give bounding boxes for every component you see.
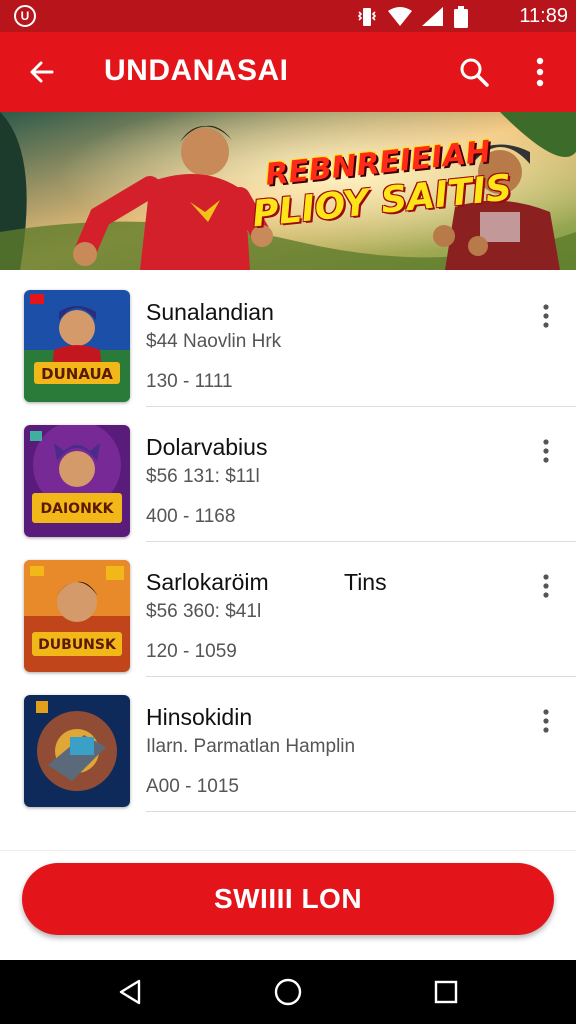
item-title: Hinsokidin [146,704,253,730]
promo-banner[interactable]: REBNREIEIAH PLIOY SAITIS [0,112,576,270]
thumbnail-caption: DAIONKK [41,501,115,517]
item-subtitle: $56 360: $41l [146,601,262,622]
status-bar: U 11:89 [0,0,576,32]
more-vert-icon [536,57,544,87]
status-time: 11:89 [519,5,568,27]
item-title: Dolarvabius [146,434,268,460]
game-thumbnail: DAIONKK [24,425,130,537]
cta-area: SWIIII LON [0,850,576,960]
app-bar: UNDANASAI [0,32,576,112]
item-title: Sarlokaröim [146,569,269,595]
page-title: UNDANASAI [104,54,289,87]
item-more-button[interactable] [532,298,560,334]
item-subtitle: $56 131: $11l [146,466,260,487]
game-list: DUNAUA Sunalandian $44 Naovlin Hrk 130 -… [0,272,576,812]
search-button[interactable] [452,50,496,94]
thumbnail-caption: DUNAUA [41,365,113,383]
divider [146,811,576,812]
more-vert-icon [543,304,549,328]
nav-back-icon [119,979,141,1005]
nav-home-icon [274,978,302,1006]
more-vert-icon [543,574,549,598]
game-thumbnail: DUBUNSK [24,560,130,672]
item-range: A00 - 1015 [146,776,239,797]
nav-recents-button[interactable] [428,974,464,1010]
status-icons [356,6,468,28]
list-item[interactable]: Hinsokidin Ilarn. Parmatlan Hamplin A00 … [0,677,576,812]
overflow-menu-button[interactable] [518,50,562,94]
game-thumbnail [24,695,130,807]
item-range: 120 - 1059 [146,641,237,662]
battery-icon [454,6,468,28]
nav-home-button[interactable] [270,974,306,1010]
back-arrow-icon [30,61,54,83]
wifi-icon [388,7,412,26]
list-item[interactable]: DAIONKK Dolarvabius $56 131: $11l 400 - … [0,407,576,542]
item-subtitle: Ilarn. Parmatlan Hamplin [146,736,356,757]
nav-back-button[interactable] [112,974,148,1010]
item-title: Sunalandian [146,299,274,325]
item-more-button[interactable] [532,433,560,469]
list-item[interactable]: DUNAUA Sunalandian $44 Naovlin Hrk 130 -… [0,272,576,407]
item-subtitle: $44 Naovlin Hrk [146,331,282,352]
item-range: 130 - 1111 [146,371,233,392]
signal-icon [422,7,443,26]
app-logo-icon: U [14,5,36,27]
search-icon [460,58,489,87]
item-more-button[interactable] [532,568,560,604]
more-vert-icon [543,709,549,733]
nav-recents-icon [434,980,458,1004]
primary-action-button[interactable]: SWIIII LON [22,863,554,935]
item-tag: Tins [344,569,387,595]
back-button[interactable] [20,50,64,94]
item-more-button[interactable] [532,703,560,739]
thumbnail-caption: DUBUNSK [38,637,117,653]
vibrate-icon [357,8,377,26]
more-vert-icon [543,439,549,463]
system-nav-bar [0,960,576,1024]
game-thumbnail: DUNAUA [24,290,130,402]
list-item[interactable]: DUBUNSK Sarlokaröim Tins $56 360: $41l 1… [0,542,576,677]
item-range: 400 - 1168 [146,506,236,527]
